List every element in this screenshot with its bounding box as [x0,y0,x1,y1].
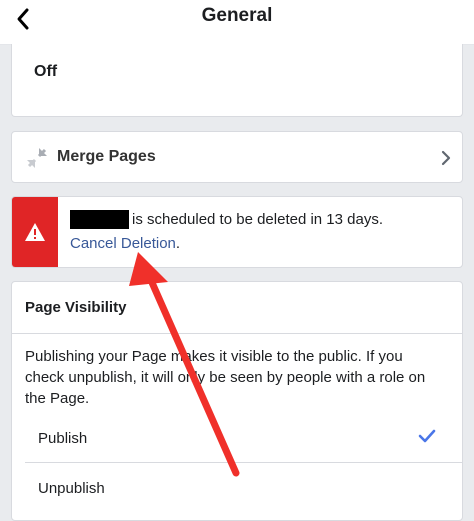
visibility-description: Publishing your Page makes it visible to… [25,348,426,407]
page-title: General [201,5,273,26]
visibility-header: Page Visibility [12,282,462,334]
cancel-deletion-link[interactable]: Cancel Deletion [70,235,176,252]
deletion-warning-text: is scheduled to be deleted in 13 days. [132,211,384,228]
off-label: Off [34,63,58,80]
cancel-period: . [175,235,181,252]
visibility-title: Page Visibility [25,299,127,316]
chevron-right-icon [441,150,451,166]
cancel-line: Cancel Deletion. [70,235,180,252]
checkmark-icon [418,429,436,443]
page-visibility-card: Page Visibility Publishing your Page mak… [11,281,463,521]
navigation-header: General [0,0,474,45]
warning-icon [25,223,45,241]
merge-pages-label: Merge Pages [57,148,156,165]
option-divider [25,462,462,463]
deletion-warning-banner: is scheduled to be deleted in 13 days. C… [11,196,463,268]
warning-stripe [12,197,58,267]
off-card: Off [11,44,463,117]
publish-option[interactable]: Publish [38,430,87,447]
redacted-page-name [70,210,129,229]
unpublish-option[interactable]: Unpublish [38,480,105,497]
merge-pages-row[interactable]: Merge Pages [11,131,463,183]
merge-icon [27,148,47,168]
